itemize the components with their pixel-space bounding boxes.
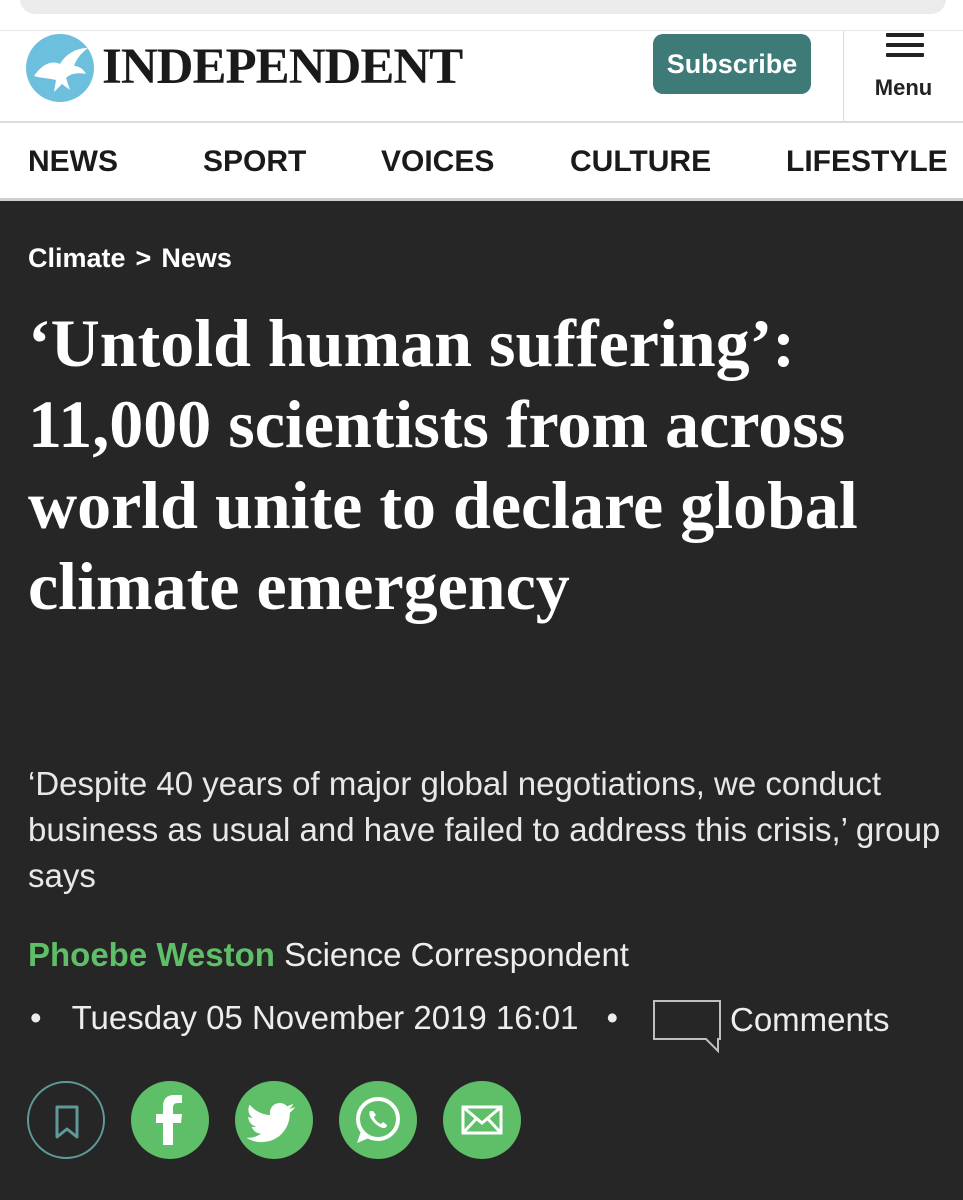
eagle-logo-icon[interactable] — [26, 34, 94, 102]
author-link[interactable]: Phoebe Weston — [28, 936, 275, 973]
bookmark-button[interactable] — [27, 1081, 105, 1159]
whatsapp-icon — [356, 1097, 400, 1143]
email-icon — [461, 1105, 503, 1135]
bullet-separator: • — [606, 999, 619, 1036]
facebook-icon — [156, 1095, 182, 1145]
breadcrumb-subsection[interactable]: News — [161, 243, 232, 273]
bullet-separator: • — [30, 999, 42, 1036]
menu-button[interactable]: Menu — [844, 31, 963, 123]
masthead: INDEPENDENT Subscribe Menu — [0, 30, 963, 123]
comment-icon — [653, 1000, 721, 1053]
article-header: Climate > News ‘Untold human suffering’: 1… — [0, 201, 963, 1200]
address-bar[interactable] — [20, 0, 946, 14]
share-email-button[interactable] — [443, 1081, 521, 1159]
share-facebook-button[interactable] — [131, 1081, 209, 1159]
browser-top-strip — [0, 0, 963, 30]
hamburger-icon — [886, 33, 924, 59]
publish-date: Tuesday 05 November 2019 16:01 — [71, 999, 579, 1036]
comments-label: Comments — [730, 1001, 890, 1038]
twitter-icon — [246, 1103, 295, 1143]
nav-item-sport[interactable]: SPORT — [203, 143, 306, 181]
breadcrumb: Climate > News — [28, 243, 232, 274]
share-bar — [27, 1081, 527, 1161]
share-twitter-button[interactable] — [235, 1081, 313, 1159]
breadcrumb-separator: > — [135, 243, 152, 273]
bookmark-icon — [55, 1105, 79, 1139]
nav-item-news[interactable]: NEWS — [28, 143, 118, 181]
author-role: Science Correspondent — [284, 936, 629, 973]
nav-item-culture[interactable]: CULTURE — [570, 143, 711, 181]
breadcrumb-section[interactable]: Climate — [28, 243, 126, 273]
brand-wordmark[interactable]: INDEPENDENT — [102, 37, 463, 97]
byline: Phoebe Weston Science Correspondent — [28, 936, 629, 974]
section-nav: NEWS SPORT VOICES CULTURE LIFESTYLE — [0, 121, 963, 201]
nav-item-voices[interactable]: VOICES — [381, 143, 494, 181]
dateline: • Tuesday 05 November 2019 16:01 • — [30, 999, 648, 1037]
article-headline: ‘Untold human suffering’: 11,000 scienti… — [28, 305, 858, 624]
menu-label: Menu — [874, 75, 933, 100]
subscribe-button[interactable]: Subscribe — [653, 34, 811, 94]
article-standfirst: ‘Despite 40 years of major global negoti… — [28, 765, 941, 894]
nav-item-lifestyle[interactable]: LIFESTYLE — [786, 143, 948, 181]
share-whatsapp-button[interactable] — [339, 1081, 417, 1159]
